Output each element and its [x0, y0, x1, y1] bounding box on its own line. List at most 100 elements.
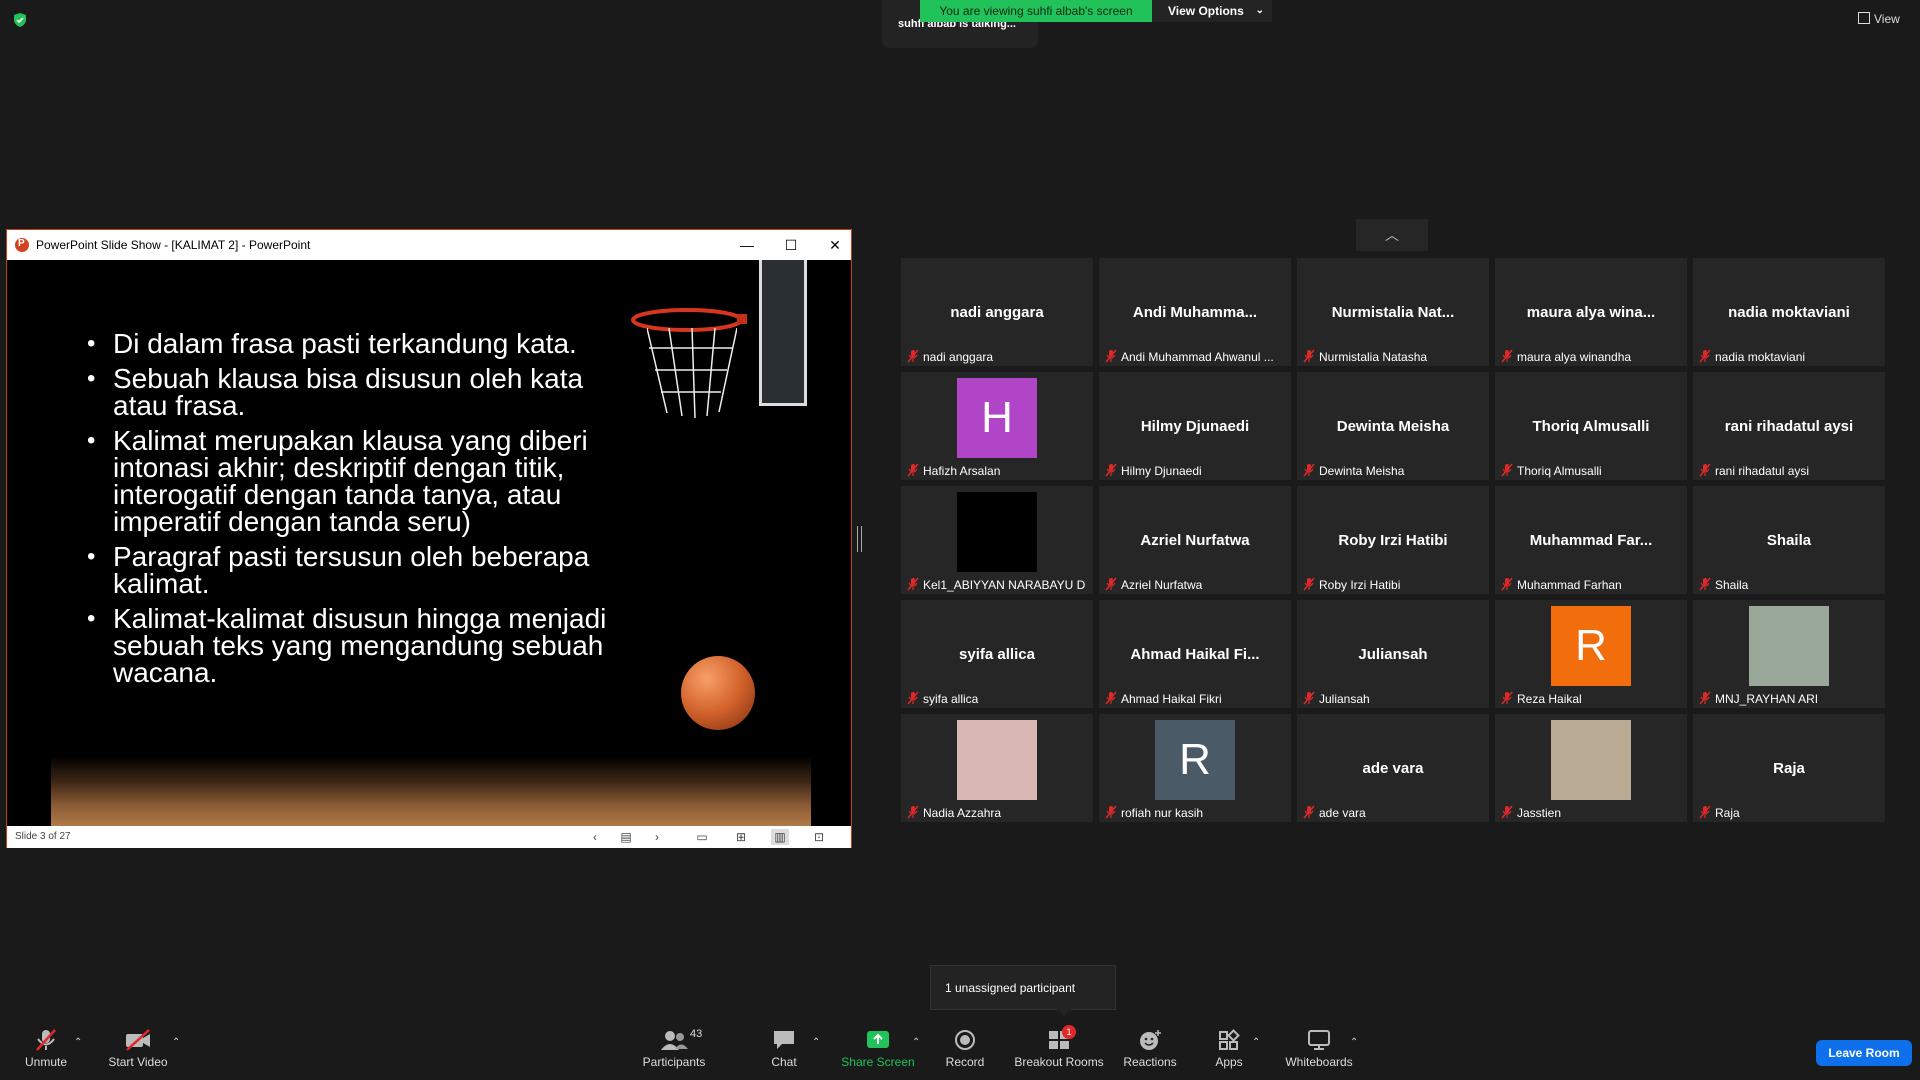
reading-view-icon[interactable]: ▥ [771, 829, 789, 845]
unmute-label: Unmute [24, 1055, 68, 1069]
participant-name-label: nadi anggara [923, 350, 994, 364]
muted-mic-icon [907, 577, 919, 591]
muted-mic-icon [1105, 577, 1117, 591]
share-screen-button[interactable]: Share Screen [838, 1028, 918, 1069]
audio-options-caret[interactable]: ⌃ [74, 1037, 82, 1048]
muted-mic-icon [1501, 349, 1513, 363]
participant-name-label: Muhammad Farhan [1517, 578, 1622, 592]
participant-tile[interactable]: ade vara ade vara [1297, 714, 1489, 822]
breakout-badge: 1 [1062, 1025, 1076, 1039]
next-slide-icon[interactable]: › [648, 829, 666, 845]
participant-tile[interactable]: Shaila Shaila [1693, 486, 1885, 594]
record-button[interactable]: Record [940, 1028, 990, 1069]
participant-tile[interactable]: Hilmy Djunaedi Hilmy Djunaedi [1099, 372, 1291, 480]
participant-tile[interactable]: nadi anggara nadi anggara [901, 258, 1093, 366]
previous-slide-icon[interactable]: ‹ [586, 829, 604, 845]
slide-canvas[interactable]: Di dalam frasa pasti terkandung kata. Se… [7, 260, 851, 826]
whiteboards-button[interactable]: Whiteboards [1282, 1028, 1356, 1069]
participant-tile[interactable]: Kel1_ABIYYAN NARABAYU D [901, 486, 1093, 594]
view-button[interactable]: View [1858, 12, 1900, 26]
participant-display-name: Nurmistalia Nat... [1331, 304, 1455, 321]
whiteboards-options-caret[interactable]: ⌃ [1350, 1037, 1358, 1048]
powerpoint-icon [15, 238, 29, 252]
participant-tile[interactable]: MNJ_RAYHAN ARI [1693, 600, 1885, 708]
participant-display-name: Roby Irzi Hatibi [1338, 532, 1448, 549]
participant-tile[interactable]: Juliansah Juliansah [1297, 600, 1489, 708]
participant-name-label: maura alya winandha [1517, 350, 1632, 364]
participant-tile[interactable]: maura alya wina... maura alya winandha [1495, 258, 1687, 366]
participant-tile[interactable]: Roby Irzi Hatibi Roby Irzi Hatibi [1297, 486, 1489, 594]
participant-tile[interactable]: Rrofiah nur kasih [1099, 714, 1291, 822]
participant-tile[interactable]: Nadia Azzahra [901, 714, 1093, 822]
participant-name-label: Ahmad Haikal Fikri [1121, 692, 1222, 706]
slideshow-view-icon[interactable]: ⊡ [810, 829, 828, 845]
muted-mic-icon [1699, 691, 1711, 705]
apps-options-caret[interactable]: ⌃ [1252, 1037, 1260, 1048]
reactions-label: Reactions [1123, 1055, 1177, 1069]
muted-mic-icon [907, 349, 919, 363]
chat-button[interactable]: Chat [760, 1028, 808, 1069]
chevron-up-icon: ︿ [1385, 227, 1399, 243]
view-options-label: View Options [1168, 4, 1244, 18]
participant-display-name: Ahmad Haikal Fi... [1130, 646, 1260, 663]
participant-tile[interactable]: Raja Raja [1693, 714, 1885, 822]
participant-tile[interactable]: Ahmad Haikal Fi... Ahmad Haikal Fikri [1099, 600, 1291, 708]
participant-name-label: MNJ_RAYHAN ARI [1715, 692, 1819, 706]
participants-count: 43 [690, 1028, 703, 1040]
participant-display-name: Dewinta Meisha [1336, 418, 1450, 435]
participant-tile[interactable]: Thoriq Almusalli Thoriq Almusalli [1495, 372, 1687, 480]
close-button[interactable]: ✕ [813, 230, 857, 260]
participant-tile[interactable]: Jasstien [1495, 714, 1687, 822]
participant-display-name: nadi anggara [950, 304, 1044, 321]
security-shield-icon[interactable] [12, 12, 28, 28]
participant-tile[interactable]: R Reza Haikal [1495, 600, 1687, 708]
view-options-button[interactable]: View Options ⌄ [1152, 0, 1272, 22]
slide-sorter-icon[interactable]: ⊞ [732, 829, 750, 845]
maximize-button[interactable]: ☐ [769, 230, 813, 260]
apps-label: Apps [1215, 1055, 1243, 1069]
participant-tile[interactable]: Andi Muhamma... Andi Muhammad Ahwanul ... [1099, 258, 1291, 366]
split-resize-handle[interactable] [857, 526, 862, 552]
minimize-button[interactable]: — [725, 230, 769, 260]
gallery-up-button[interactable]: ︿ [1356, 219, 1428, 251]
participant-tile[interactable]: Azriel Nurfatwa Azriel Nurfatwa [1099, 486, 1291, 594]
participant-video-thumbnail [1749, 606, 1829, 686]
participant-name-label: Kel1_ABIYYAN NARABAYU D [923, 578, 1086, 592]
participants-button[interactable]: 43 Participants [640, 1028, 708, 1069]
chat-options-caret[interactable]: ⌃ [812, 1037, 820, 1048]
participant-display-name: Andi Muhamma... [1132, 304, 1258, 321]
participant-tile[interactable]: syifa allica syifa allica [901, 600, 1093, 708]
reactions-button[interactable]: Reactions [1120, 1028, 1180, 1069]
muted-mic-icon [1699, 577, 1711, 591]
participant-tile[interactable]: Dewinta Meisha Dewinta Meisha [1297, 372, 1489, 480]
participant-tile[interactable]: Muhammad Far... Muhammad Farhan [1495, 486, 1687, 594]
participant-name-label: Dewinta Meisha [1319, 464, 1405, 478]
muted-mic-icon [1105, 691, 1117, 705]
window-title-bar[interactable]: PowerPoint Slide Show - [KALIMAT 2] - Po… [7, 230, 851, 260]
record-label: Record [945, 1055, 985, 1069]
muted-mic-icon [1303, 577, 1315, 591]
normal-view-icon[interactable]: ▭ [693, 829, 711, 845]
participant-tile[interactable]: H Hafizh Arsalan [901, 372, 1093, 480]
bullet-item: Di dalam frasa pasti terkandung kata. [81, 330, 641, 358]
participant-display-name: Muhammad Far... [1529, 532, 1653, 549]
participant-tile[interactable]: rani rihadatul aysi rani rihadatul aysi [1693, 372, 1885, 480]
unmute-button[interactable]: Unmute [18, 1028, 74, 1069]
slide-counter: Slide 3 of 27 [15, 831, 71, 842]
breakout-rooms-button[interactable]: 1 Breakout Rooms [1012, 1025, 1106, 1069]
share-options-caret[interactable]: ⌃ [912, 1037, 920, 1048]
whiteboard-icon [1308, 1030, 1330, 1050]
participant-name-label: Andi Muhammad Ahwanul ... [1121, 350, 1274, 364]
bullet-item: Kalimat-kalimat disusun hingga menjadi s… [81, 605, 641, 687]
powerpoint-window[interactable]: PowerPoint Slide Show - [KALIMAT 2] - Po… [6, 229, 852, 848]
start-video-button[interactable]: Start Video [104, 1028, 172, 1069]
participant-name-label: Nadia Azzahra [923, 806, 1002, 820]
slide-menu-icon[interactable]: ▤ [617, 829, 635, 845]
leave-room-button[interactable]: Leave Room [1816, 1040, 1912, 1066]
participant-avatar-initial: R [1155, 720, 1235, 800]
participant-name-label: rani rihadatul aysi [1715, 464, 1810, 478]
apps-button[interactable]: Apps [1212, 1028, 1246, 1069]
participant-tile[interactable]: nadia moktaviani nadia moktaviani [1693, 258, 1885, 366]
video-options-caret[interactable]: ⌃ [172, 1037, 180, 1048]
participant-tile[interactable]: Nurmistalia Nat... Nurmistalia Natasha [1297, 258, 1489, 366]
